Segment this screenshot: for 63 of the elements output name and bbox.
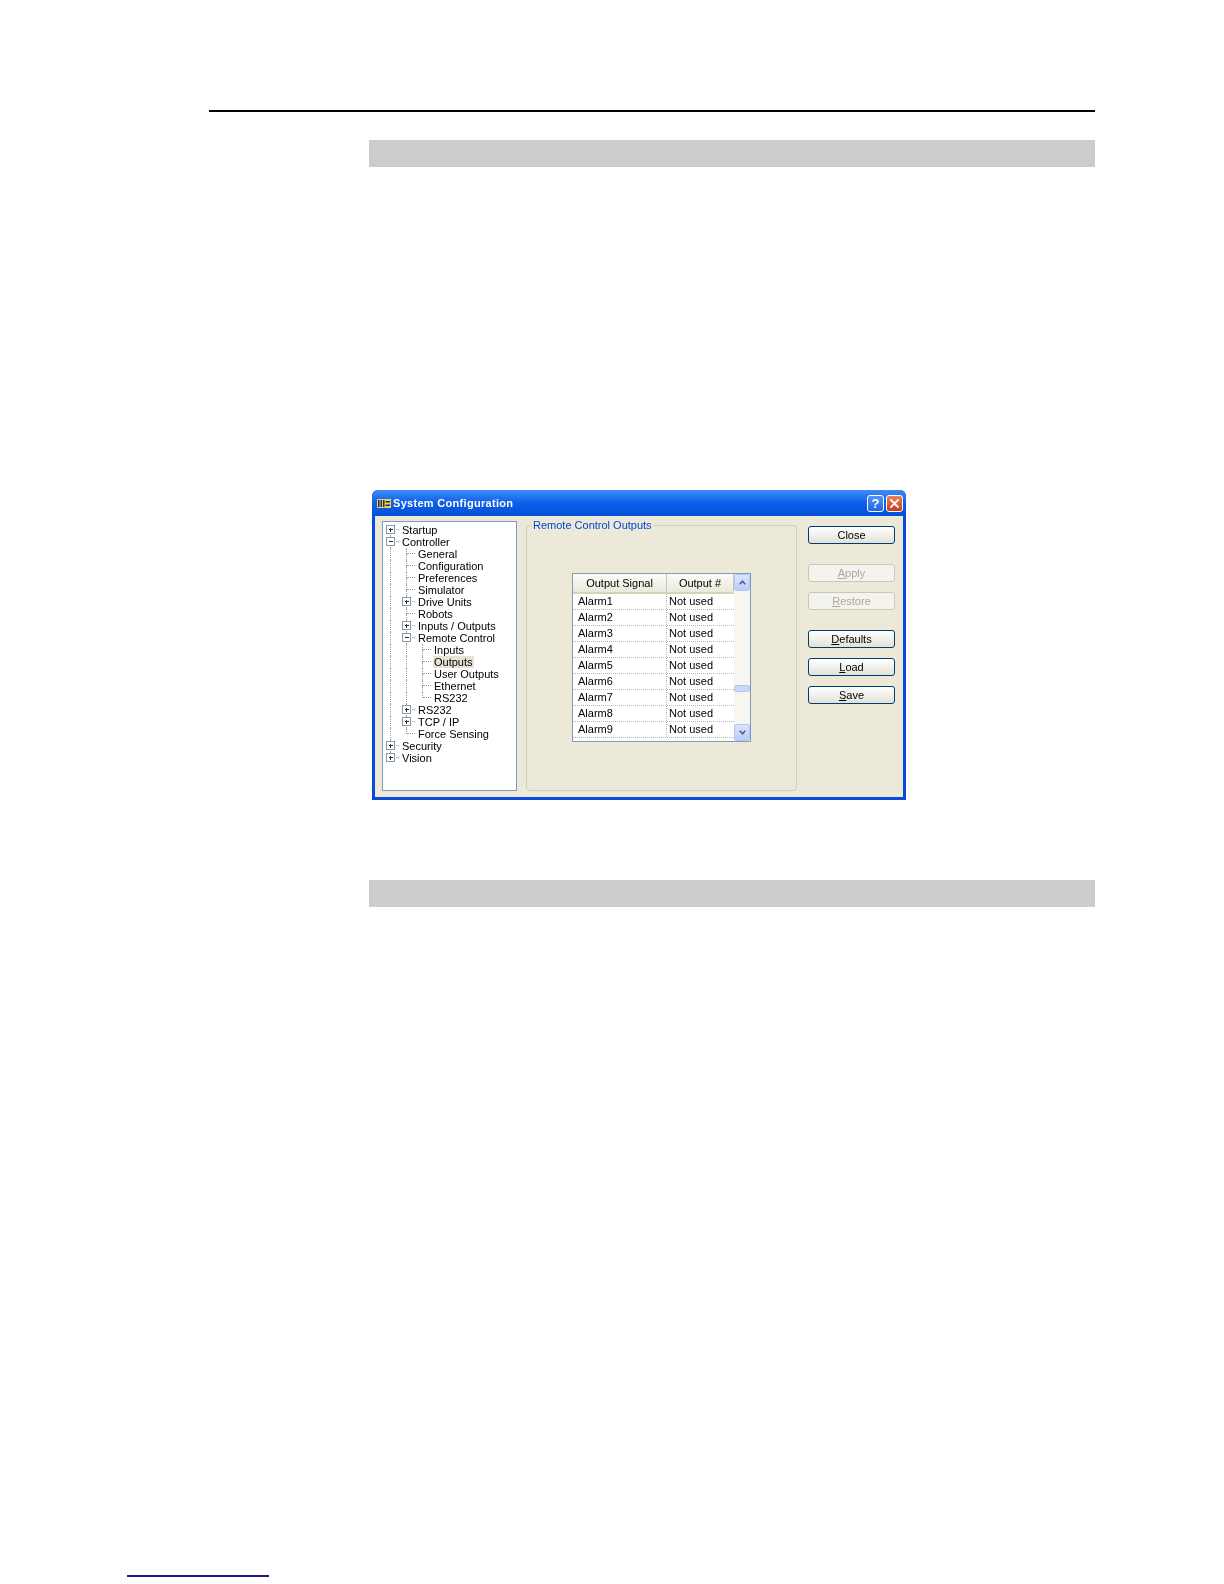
collapse-icon[interactable]	[402, 633, 411, 642]
tree-item[interactable]: Startup	[401, 524, 439, 536]
table-cell-text: Not used	[668, 674, 715, 689]
dialog-button[interactable]: Defaults	[808, 630, 895, 648]
expand-icon[interactable]	[402, 717, 411, 726]
tree-item[interactable]: Vision	[401, 752, 433, 764]
table-cell-text: Not used	[668, 658, 715, 673]
tree-item[interactable]: Configuration	[417, 560, 485, 572]
close-icon	[890, 498, 899, 508]
dialog-button[interactable]: Save	[808, 686, 895, 704]
column-header: Output Signal	[573, 574, 667, 592]
table-cell: Alarm1	[573, 594, 667, 609]
help-button[interactable]: ?	[867, 494, 884, 512]
table-cell: Alarm7	[573, 690, 667, 705]
tree-item[interactable]: Inputs	[433, 644, 465, 656]
tree-item[interactable]: TCP / IP	[417, 716, 461, 728]
tree-item[interactable]: Preferences	[417, 572, 479, 584]
window-title: System Configuration	[393, 495, 514, 511]
tree-item[interactable]: RS232	[417, 704, 453, 716]
table-cell: Alarm4	[573, 642, 667, 657]
expand-icon[interactable]	[402, 705, 411, 714]
table-cell: Alarm6	[573, 674, 667, 689]
table-cell-text: Not used	[668, 594, 715, 609]
scroll-up-button[interactable]	[734, 574, 750, 591]
collapse-icon[interactable]	[386, 537, 395, 546]
table-cell: Alarm8	[573, 706, 667, 721]
table-cell-text: Not used	[668, 610, 715, 625]
expand-icon[interactable]	[386, 753, 395, 762]
tree-item[interactable]: Robots	[417, 608, 454, 620]
tree-item[interactable]: Ethernet	[433, 680, 477, 692]
table-cell: Alarm9	[573, 722, 667, 737]
chevron-down-icon	[738, 730, 746, 735]
expand-icon[interactable]	[386, 525, 395, 534]
table-cell-text: Not used	[668, 722, 715, 737]
tree-item[interactable]: Simulator	[417, 584, 466, 596]
tree-item[interactable]: User Outputs	[433, 668, 500, 680]
tree-item[interactable]: Remote Control	[417, 632, 497, 644]
tree-item[interactable]: Security	[401, 740, 443, 752]
tree-item[interactable]: Inputs / Outputs	[417, 620, 497, 632]
tree-item[interactable]: RS232	[433, 692, 469, 704]
expand-icon[interactable]	[402, 621, 411, 630]
table-cell-text: Not used	[668, 706, 715, 721]
tree-item[interactable]: Outputs	[433, 656, 474, 668]
tree-item[interactable]: Controller	[401, 536, 451, 548]
table-cell: Alarm2	[573, 610, 667, 625]
expand-icon[interactable]	[402, 597, 411, 606]
table-cell-text: Not used	[668, 626, 715, 641]
tree-item[interactable]: Force Sensing	[417, 728, 490, 740]
scroll-down-button[interactable]	[734, 724, 750, 741]
dialog-button[interactable]: Close	[808, 526, 895, 544]
app-icon	[377, 498, 391, 508]
expand-icon[interactable]	[386, 741, 395, 750]
table-cell: Alarm5	[573, 658, 667, 673]
tree-item[interactable]: General	[417, 548, 459, 560]
dialog-button[interactable]: Load	[808, 658, 895, 676]
table-cell-text: Not used	[668, 642, 715, 657]
tree-item[interactable]: Drive Units	[417, 596, 473, 608]
table-cell: Alarm3	[573, 626, 667, 641]
close-button[interactable]	[886, 494, 903, 512]
chevron-up-icon	[738, 580, 746, 585]
table-cell-text: Not used	[668, 690, 715, 705]
group-title: Remote Control Outputs	[532, 519, 653, 531]
scrollbar-thumb[interactable]	[734, 685, 750, 692]
